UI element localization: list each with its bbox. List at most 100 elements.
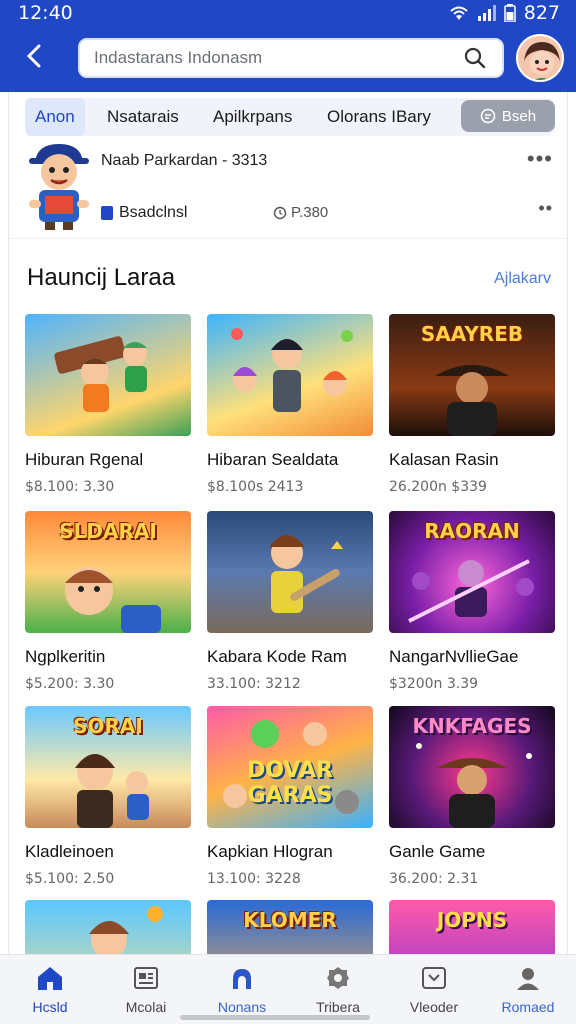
game-meta: $8.100: 3.30 <box>25 479 115 495</box>
tab-apilkrpans[interactable]: Apilkrpans <box>213 98 292 136</box>
back-button[interactable] <box>18 40 50 72</box>
game-title: Ganle Game <box>389 842 486 861</box>
status-icons: 827 <box>448 2 560 24</box>
status-bar: 12:40 827 <box>0 0 576 28</box>
chat-icon <box>480 108 496 124</box>
game-meta: $3200n 3.39 <box>389 676 479 692</box>
gear-icon <box>323 963 353 993</box>
signal-icon <box>477 5 496 21</box>
nav-label: Tribera <box>316 999 360 1015</box>
game-title: Ngplkeritin <box>25 647 106 666</box>
game-card[interactable]: RAORAN NangarNvllieGae $3200n 3.39 <box>389 511 555 692</box>
game-thumbnail: SLDARAI <box>25 511 191 633</box>
nav-label: Vleoder <box>409 999 459 1015</box>
content-panel: Anon Nsatarais Apilkrpans Olorans IBary … <box>8 92 568 954</box>
nav-profile[interactable]: Romaed <box>480 963 576 1021</box>
profile-row: Naab Parkardan - 3313 ••• Bsadclnsl P.38… <box>9 140 567 236</box>
game-art-text: KNKFAGES <box>412 714 532 738</box>
bottom-navigation: Hcsld Mcolai Nonans Tribera Vleoder Roma… <box>0 954 576 1024</box>
battery-value: 827 <box>523 2 560 24</box>
profile-title: Naab Parkardan - 3313 <box>101 152 268 169</box>
game-meta: $5.200: 3.30 <box>25 676 115 692</box>
battery-icon <box>503 4 516 22</box>
more-options-icon[interactable]: ••• <box>527 146 553 172</box>
search-icon[interactable] <box>462 45 488 71</box>
user-avatar[interactable] <box>516 34 564 82</box>
game-thumbnail: KNKFAGES <box>389 706 555 828</box>
section-see-all-link[interactable]: Ajlakarv <box>494 270 551 288</box>
game-meta: 26.200n $339 <box>389 479 487 495</box>
game-title: NangarNvllieGae <box>389 647 519 666</box>
game-title: Kabara Kode Ram <box>207 647 347 666</box>
top-app-bar: 12:40 827 <box>0 0 576 92</box>
game-title: Kapkian Hlogran <box>207 842 333 861</box>
wifi-icon <box>448 5 470 21</box>
profile-subtitle-text: Bsadclnsl <box>119 204 188 221</box>
section-title: Hauncij Laraa <box>27 264 176 291</box>
nav-label: Nonans <box>217 999 267 1015</box>
game-thumbnail: JOPNS <box>389 900 555 954</box>
clock-icon <box>273 206 287 219</box>
nav-settings[interactable]: Tribera <box>290 963 386 1021</box>
game-art-text: SLDARAI <box>59 519 157 543</box>
tab-bar: Anon Nsatarais Apilkrpans Olorans IBary … <box>25 98 555 136</box>
game-meta: 36.200: 2.31 <box>389 871 479 887</box>
game-card[interactable]: Hiburan Rgenal $8.100: 3.30 <box>25 314 191 495</box>
game-title: Kalasan Rasin <box>389 450 499 469</box>
game-card[interactable]: JOPNS <box>389 900 555 954</box>
more-options-icon-secondary[interactable]: •• <box>538 198 553 219</box>
video-icon <box>419 963 449 993</box>
search-input[interactable] <box>94 48 462 68</box>
game-thumbnail: DOVAR GARAS <box>207 706 373 828</box>
game-art-text: RAORAN <box>424 519 520 543</box>
nav-label: Mcolai <box>125 999 167 1015</box>
divider <box>9 238 567 239</box>
game-meta: 33.100: 3212 <box>207 676 301 692</box>
game-title: Kladleinoen <box>25 842 114 861</box>
game-art-text: SORAI <box>73 714 143 738</box>
home-icon <box>35 963 65 993</box>
game-meta: $8.100s 2413 <box>207 479 304 495</box>
tab-anon[interactable]: Anon <box>25 98 85 136</box>
game-card[interactable]: SORAI Kladleinoen $5.100: 2.50 <box>25 706 191 887</box>
game-art-text: KLOMER <box>243 908 337 932</box>
profile-subtitle: Bsadclnsl <box>101 204 187 222</box>
profile-icon <box>513 963 543 993</box>
news-icon <box>131 963 161 993</box>
game-title: Hibaran Sealdata <box>207 450 339 469</box>
game-title: Hiburan Rgenal <box>25 450 144 469</box>
tab-nsatarais[interactable]: Nsatarais <box>107 98 179 136</box>
game-thumbnail <box>207 314 373 436</box>
nav-home[interactable]: Hcsld <box>2 963 98 1021</box>
game-thumbnail <box>207 511 373 633</box>
person-icon <box>227 963 257 993</box>
game-thumbnail <box>25 900 191 954</box>
game-card[interactable]: KNKFAGES Ganle Game 36.200: 2.31 <box>389 706 555 887</box>
game-card[interactable]: Kabara Kode Ram 33.100: 3212 <box>207 511 373 692</box>
game-thumbnail <box>25 314 191 436</box>
nav-label: Romaed <box>501 999 555 1015</box>
nav-people[interactable]: Nonans <box>194 963 290 1021</box>
search-bar[interactable] <box>78 38 504 78</box>
chevron-left-icon <box>26 44 41 68</box>
game-thumbnail: RAORAN <box>389 511 555 633</box>
tab-action-label: Bseh <box>501 107 537 125</box>
game-art-text: SAAYREB <box>420 322 524 346</box>
nav-news[interactable]: Mcolai <box>98 963 194 1021</box>
profile-price: P.380 <box>273 204 328 221</box>
profile-price-text: P.380 <box>291 204 329 221</box>
game-art-text: DOVAR GARAS <box>247 758 333 808</box>
game-thumbnail: SAAYREB <box>389 314 555 436</box>
app-screen: 12:40 827 Indastarans Indonasm Anon Nsat… <box>0 0 576 1024</box>
nav-video[interactable]: Vleoder <box>386 963 482 1021</box>
game-card[interactable]: SAAYREB Kalasan Rasin 26.200n $339 <box>389 314 555 495</box>
game-card[interactable]: Hibaran Sealdata $8.100s 2413 <box>207 314 373 495</box>
game-art-text: JOPNS <box>436 908 508 932</box>
game-card[interactable] <box>25 900 191 954</box>
game-card[interactable]: KLOMER <box>207 900 373 954</box>
game-card[interactable]: DOVAR GARAS Kapkian Hlogran 13.100: 3228 <box>207 706 373 887</box>
tab-olorans-ibary[interactable]: Olorans IBary <box>327 98 431 136</box>
bookmark-icon <box>101 206 113 220</box>
tab-action-button[interactable]: Bseh <box>461 100 555 132</box>
game-card[interactable]: SLDARAI Ngplkeritin $5.200: 3.30 <box>25 511 191 692</box>
